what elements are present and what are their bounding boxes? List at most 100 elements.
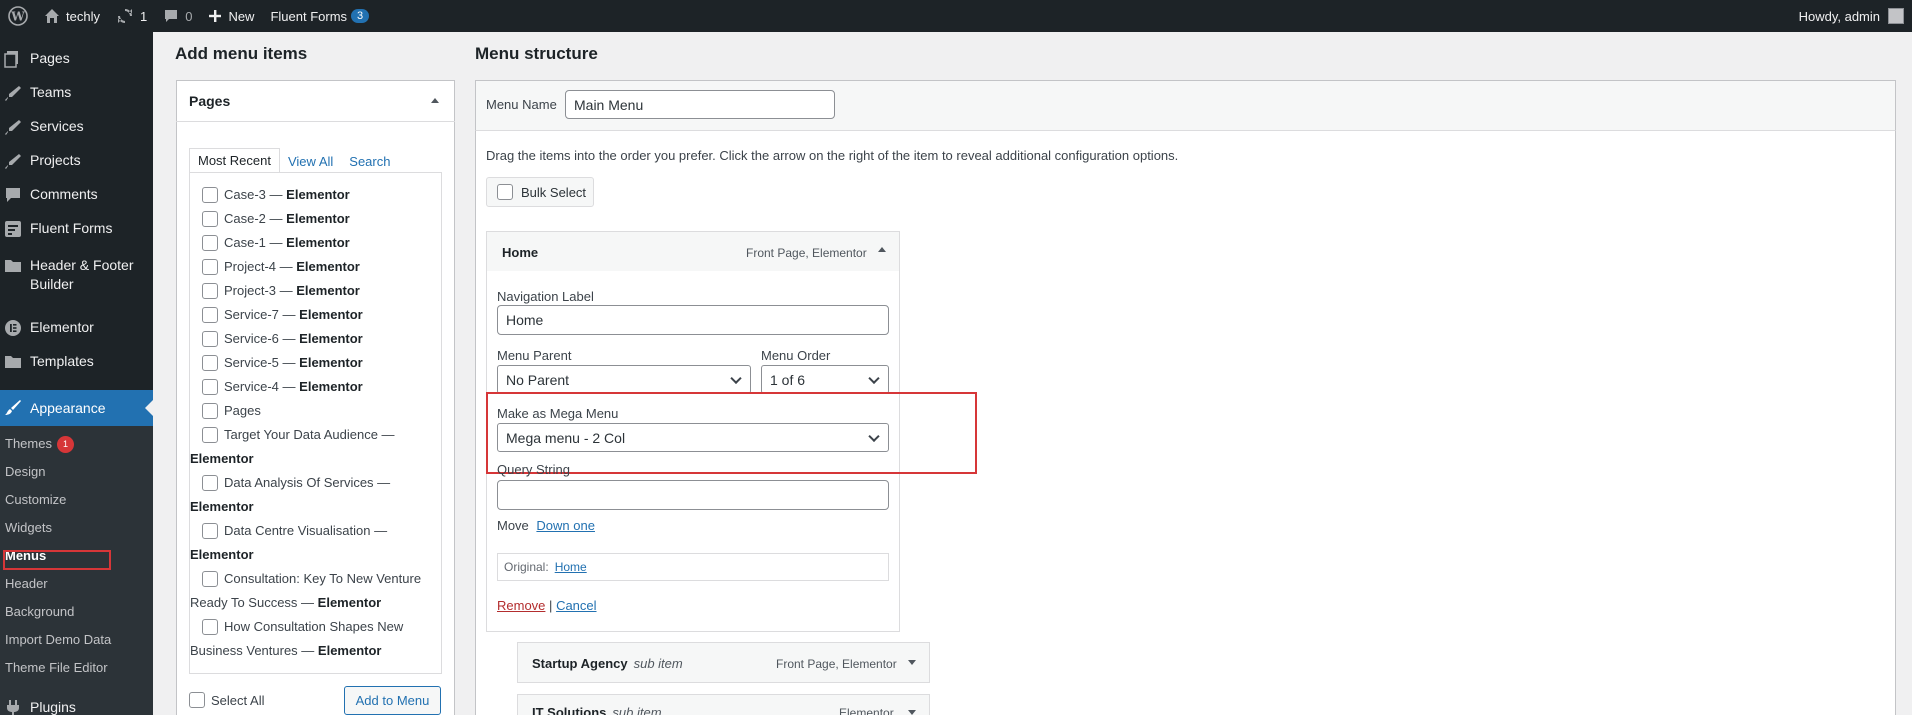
expand-arrow-icon[interactable] [908, 660, 916, 665]
move-row: Move Down one [497, 518, 595, 533]
menu-parent-select[interactable]: No Parent [497, 365, 751, 394]
checkbox[interactable] [202, 378, 218, 395]
list-item[interactable]: Service-5 — Elementor [202, 351, 427, 375]
plug-icon [0, 698, 30, 715]
list-item[interactable]: Service-4 — Elementor [202, 375, 427, 399]
move-down-one-link[interactable]: Down one [536, 518, 595, 533]
menu-structure-heading: Menu structure [475, 44, 598, 63]
submenu-item-design[interactable]: Design [5, 464, 45, 479]
menu-name-input[interactable]: Main Menu [565, 90, 835, 119]
sidebar-item-projects[interactable]: Projects [0, 151, 153, 170]
brush-icon [0, 399, 30, 417]
cancel-link[interactable]: Cancel [556, 598, 596, 613]
checkbox[interactable] [202, 474, 218, 491]
sidebar-item-header-footer-builder[interactable]: Header & Footer Builder [0, 256, 153, 294]
navigation-label-input[interactable]: Home [497, 305, 889, 335]
fluent-forms-link[interactable]: Fluent Forms 3 [262, 0, 377, 32]
list-item[interactable]: Service-7 — Elementor [202, 303, 427, 327]
collapse-arrow-icon[interactable] [878, 247, 886, 252]
checkbox[interactable] [202, 306, 218, 323]
list-item[interactable]: Data Centre Visualisation — Elementor [190, 519, 427, 567]
bulk-select-button[interactable]: Bulk Select [486, 177, 594, 207]
submenu-item-widgets[interactable]: Widgets [5, 520, 52, 535]
checkbox[interactable] [497, 184, 513, 200]
list-item[interactable]: Project-4 — Elementor [202, 255, 427, 279]
update-icon [116, 7, 134, 25]
pin-icon [0, 83, 30, 102]
folder-icon [0, 256, 30, 275]
menu-item-type: Front Page, Elementor [776, 657, 897, 671]
menu-item-title: IT Solutions sub item [532, 705, 662, 715]
tab-search[interactable]: Search [341, 150, 398, 173]
pages-checklist-panel: Case-3 — Elementor Case-2 — Elementor Ca… [189, 172, 442, 674]
checkbox[interactable] [202, 186, 218, 203]
checkbox[interactable] [202, 330, 218, 347]
list-item[interactable]: Consultation: Key To New Venture Ready To… [190, 567, 427, 615]
plus-icon [208, 9, 222, 23]
list-item[interactable]: Case-3 — Elementor [202, 183, 427, 207]
checkbox[interactable] [202, 234, 218, 251]
submenu-item-header[interactable]: Header [5, 576, 48, 591]
checkbox[interactable] [189, 692, 205, 708]
tab-most-recent[interactable]: Most Recent [189, 148, 280, 173]
list-item[interactable]: Service-6 — Elementor [202, 327, 427, 351]
sidebar-item-teams[interactable]: Teams [0, 83, 153, 102]
checkbox[interactable] [202, 354, 218, 371]
my-account-link[interactable]: Howdy, admin [1799, 8, 1912, 24]
list-item[interactable]: Project-3 — Elementor [202, 279, 427, 303]
checkbox[interactable] [202, 618, 218, 635]
list-item[interactable]: Pages [202, 399, 427, 423]
updates-link[interactable]: 1 [108, 0, 155, 32]
list-item[interactable]: Case-2 — Elementor [202, 207, 427, 231]
select-all-checkbox[interactable]: Select All [189, 692, 264, 708]
query-string-input[interactable] [497, 480, 889, 510]
remove-link[interactable]: Remove [497, 598, 545, 613]
list-item[interactable]: Data Analysis Of Services — Elementor [190, 471, 427, 519]
pages-accordion-title[interactable]: Pages [189, 93, 230, 109]
list-item[interactable]: Target Your Data Audience — Elementor [190, 423, 427, 471]
sidebar-item-fluent-forms[interactable]: Fluent Forms [0, 219, 153, 238]
menu-item-type: Elementor [839, 706, 894, 715]
checkbox[interactable] [202, 210, 218, 227]
sidebar-item-templates[interactable]: Templates [0, 352, 153, 371]
avatar [1888, 8, 1904, 24]
checkbox[interactable] [202, 402, 218, 419]
menu-order-select[interactable]: 1 of 6 [761, 365, 889, 394]
submenu-item-background[interactable]: Background [5, 604, 74, 619]
comments-link[interactable]: 0 [155, 0, 200, 32]
navigation-label-label: Navigation Label [497, 289, 594, 304]
wordpress-logo-icon[interactable]: W [0, 0, 36, 32]
sidebar-item-appearance[interactable]: Appearance [0, 390, 153, 426]
comment-icon [163, 8, 179, 24]
original-link-box: Original: Home [497, 553, 889, 581]
checkbox[interactable] [202, 570, 218, 587]
original-page-link[interactable]: Home [555, 560, 587, 574]
new-content-link[interactable]: New [200, 0, 262, 32]
menu-item-title: Home [502, 245, 539, 260]
sidebar-item-pages[interactable]: Pages [0, 49, 153, 68]
submenu-item-customize[interactable]: Customize [5, 492, 66, 507]
sidebar-item-plugins[interactable]: Plugins [0, 698, 153, 715]
site-name-link[interactable]: techly [36, 0, 108, 32]
expand-arrow-icon[interactable] [908, 710, 916, 715]
list-item[interactable]: How Consultation Shapes New Business Vent… [190, 615, 427, 663]
admin-bar: W techly 1 0 New Fluent Forms 3 Howdy, a… [0, 0, 1912, 32]
submenu-item-theme-file-editor[interactable]: Theme File Editor [5, 660, 108, 675]
list-item[interactable]: Case-1 — Elementor [202, 231, 427, 255]
submenu-item-import-demo-data[interactable]: Import Demo Data [5, 632, 111, 647]
checkbox[interactable] [202, 282, 218, 299]
checkbox[interactable] [202, 258, 218, 275]
sidebar-item-elementor[interactable]: Elementor [0, 318, 153, 337]
sidebar-item-comments[interactable]: Comments [0, 185, 153, 204]
submenu-item-themes[interactable]: Themes 1 [5, 436, 74, 454]
checkbox[interactable] [202, 426, 218, 443]
menu-name-label: Menu Name [486, 97, 557, 112]
tab-view-all[interactable]: View All [280, 150, 341, 173]
admin-sidebar: Pages Teams Services Projects Comments F… [0, 32, 153, 715]
add-to-menu-button[interactable]: Add to Menu [344, 686, 441, 715]
menu-order-label: Menu Order [761, 348, 831, 363]
collapse-arrow-icon[interactable] [431, 98, 439, 103]
sidebar-item-services[interactable]: Services [0, 117, 153, 136]
checkbox[interactable] [202, 522, 218, 539]
item-actions: Remove | Cancel [497, 598, 597, 613]
